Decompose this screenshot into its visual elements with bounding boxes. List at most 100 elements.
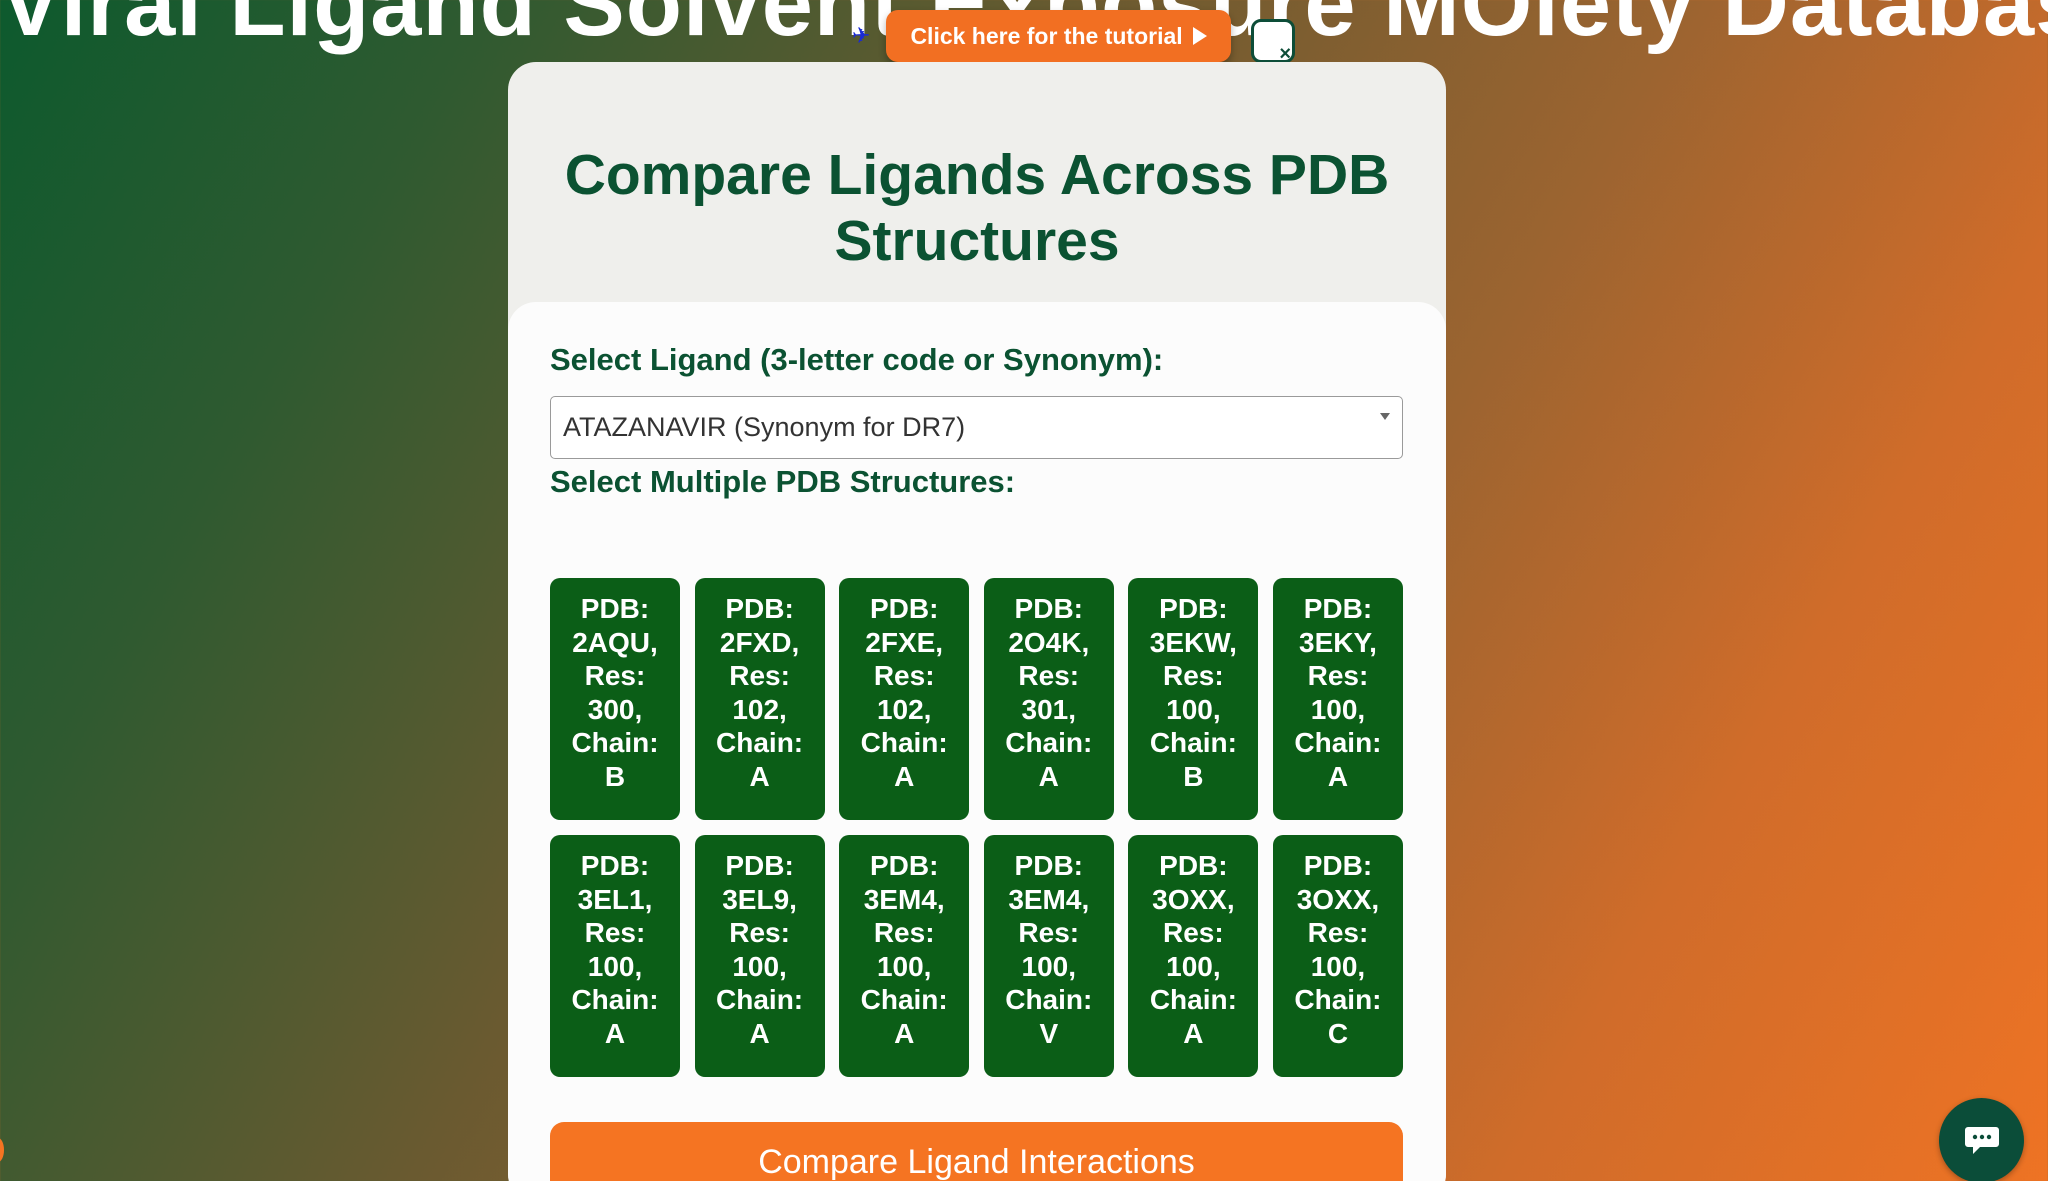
pdb-structure-option[interactable]: PDB: 2FXD, Res: 102, Chain: A: [694, 578, 825, 820]
chain-label: Chain:: [860, 984, 948, 1015]
pdb-structure-option[interactable]: PDB: 2O4K, Res: 301, Chain: A: [983, 578, 1114, 820]
chain-id: B: [604, 760, 626, 792]
pdb-id: 3EKW,: [1149, 626, 1237, 658]
residue-number: 100,: [1310, 693, 1366, 725]
residue-number: 102,: [876, 693, 932, 725]
chain-label: Chain:: [1005, 727, 1093, 758]
pdb-structure-option[interactable]: PDB: 3EL1, Res: 100, Chain: A: [550, 835, 680, 1077]
chain-id: B: [1183, 760, 1204, 792]
residue-label: Res:: [1163, 660, 1224, 691]
chain-id: A: [749, 760, 770, 792]
pdb-id-label: PDB:: [725, 593, 794, 624]
pdb-structure-option[interactable]: PDB: 3OXX, Res: 100, Chain: A: [1128, 835, 1259, 1077]
chat-button[interactable]: [1939, 1098, 2024, 1181]
pdb-id: 2FXE,: [865, 626, 944, 658]
pdb-id: 3EL9,: [722, 883, 797, 915]
compare-card: Compare Ligands Across PDB Structures Se…: [508, 62, 1446, 1181]
residue-number: 100,: [1166, 950, 1221, 982]
pdb-structure-option[interactable]: PDB: 2AQU, Res: 300, Chain: B: [550, 578, 680, 820]
ligand-select-value: ATAZANAVIR (Synonym for DR7): [563, 412, 966, 442]
residue-label: Res:: [729, 660, 790, 691]
pdb-id: 3EKY,: [1299, 626, 1377, 658]
residue-label: Res:: [873, 917, 935, 948]
close-icon: ×: [1279, 43, 1291, 65]
pdb-structure-option[interactable]: PDB: 2FXE, Res: 102, Chain: A: [839, 578, 970, 820]
residue-label: Res:: [1018, 917, 1080, 948]
pdb-id-label: PDB:: [1014, 850, 1083, 881]
pdb-structure-option[interactable]: PDB: 3EKW, Res: 100, Chain: B: [1128, 578, 1259, 820]
pdb-structure-option[interactable]: PDB: 3OXX, Res: 100, Chain: C: [1272, 835, 1403, 1077]
residue-number: 100,: [1166, 693, 1221, 725]
airplane-icon: ✈: [852, 23, 871, 48]
pdb-structure-option[interactable]: PDB: 3EM4, Res: 100, Chain: A: [839, 835, 970, 1077]
pdb-id-label: PDB:: [580, 850, 650, 881]
residue-label: Res:: [584, 660, 646, 691]
chain-label: Chain:: [716, 727, 804, 758]
pdb-id: 2AQU,: [572, 626, 658, 658]
chain-label: Chain:: [571, 984, 659, 1015]
chain-id: A: [1183, 1017, 1204, 1049]
ligand-select-label: Select Ligand (3-letter code or Synonym)…: [550, 342, 1164, 377]
pdb-id-label: PDB:: [869, 593, 939, 624]
residue-number: 100,: [1021, 950, 1077, 982]
chat-bubble-icon: [1965, 1127, 1999, 1154]
pdb-id-label: PDB:: [1159, 593, 1228, 624]
residue-number: 100,: [732, 950, 787, 982]
pdb-structure-option[interactable]: PDB: 3EM4, Res: 100, Chain: V: [983, 835, 1114, 1077]
edge-widget: [0, 1138, 4, 1162]
chain-id: A: [894, 1017, 915, 1049]
tutorial-area: ✈ Click here for the tutorial: [852, 10, 1231, 62]
pdb-id: 3EM4,: [1008, 883, 1090, 915]
compare-ligand-interactions-button[interactable]: Compare Ligand Interactions: [550, 1122, 1403, 1181]
pdb-id: 2O4K,: [1008, 626, 1090, 658]
tutorial-button[interactable]: Click here for the tutorial: [886, 10, 1231, 62]
structures-label: Select Multiple PDB Structures:: [550, 464, 1016, 499]
residue-label: Res:: [1307, 917, 1369, 948]
residue-label: Res:: [1307, 660, 1369, 691]
form-panel: Select Ligand (3-letter code or Synonym)…: [508, 302, 1446, 1181]
residue-label: Res:: [729, 917, 790, 948]
pdb-id-label: PDB:: [1159, 850, 1228, 881]
pdb-structure-option[interactable]: PDB: 3EL9, Res: 100, Chain: A: [694, 835, 825, 1077]
chain-label: Chain:: [571, 727, 659, 758]
residue-label: Res:: [1163, 917, 1224, 948]
pdb-id-label: PDB:: [869, 850, 939, 881]
chain-id: A: [1327, 760, 1349, 792]
tutorial-button-label: Click here for the tutorial: [910, 22, 1183, 49]
pdb-id: 2FXD,: [719, 626, 800, 658]
ligand-select[interactable]: ATAZANAVIR (Synonym for DR7): [550, 396, 1403, 459]
residue-number: 100,: [1310, 950, 1366, 982]
residue-number: 301,: [1021, 693, 1077, 725]
pdb-id-label: PDB:: [1303, 593, 1373, 624]
residue-number: 100,: [876, 950, 932, 982]
chain-id: A: [749, 1017, 770, 1049]
chain-label: Chain:: [1005, 984, 1093, 1015]
residue-label: Res:: [873, 660, 935, 691]
card-title: Compare Ligands Across PDB Structures: [564, 143, 1390, 273]
pdb-id-label: PDB:: [725, 850, 794, 881]
pdb-id-label: PDB:: [1303, 850, 1373, 881]
chain-id: V: [1039, 1017, 1059, 1049]
residue-label: Res:: [584, 917, 646, 948]
chain-label: Chain:: [716, 984, 804, 1015]
pdb-id: 3EL1,: [577, 883, 653, 915]
chain-id: A: [1038, 760, 1059, 792]
pdb-id: 3OXX,: [1152, 883, 1235, 915]
pdb-id: 3EM4,: [863, 883, 945, 915]
chain-label: Chain:: [1294, 984, 1382, 1015]
chain-label: Chain:: [860, 727, 948, 758]
pdb-structure-grid: PDB: 2AQU, Res: 300, Chain: B PDB: 2FXD, Res: 102…: [550, 578, 1403, 1077]
pdb-id-label: PDB:: [580, 593, 650, 624]
residue-label: Res:: [1018, 660, 1080, 691]
chain-id: C: [1327, 1017, 1349, 1049]
pdb-structure-option[interactable]: PDB: 3EKY, Res: 100, Chain: A: [1272, 578, 1403, 820]
chain-label: Chain:: [1294, 727, 1382, 758]
chain-id: A: [894, 760, 915, 792]
close-tutorial-button[interactable]: ×: [1251, 19, 1295, 65]
play-icon: [1192, 27, 1207, 45]
residue-number: 102,: [732, 693, 787, 725]
chain-label: Chain:: [1149, 984, 1237, 1015]
chain-id: A: [604, 1017, 626, 1049]
pdb-id-label: PDB:: [1014, 593, 1083, 624]
chain-label: Chain:: [1149, 727, 1237, 758]
